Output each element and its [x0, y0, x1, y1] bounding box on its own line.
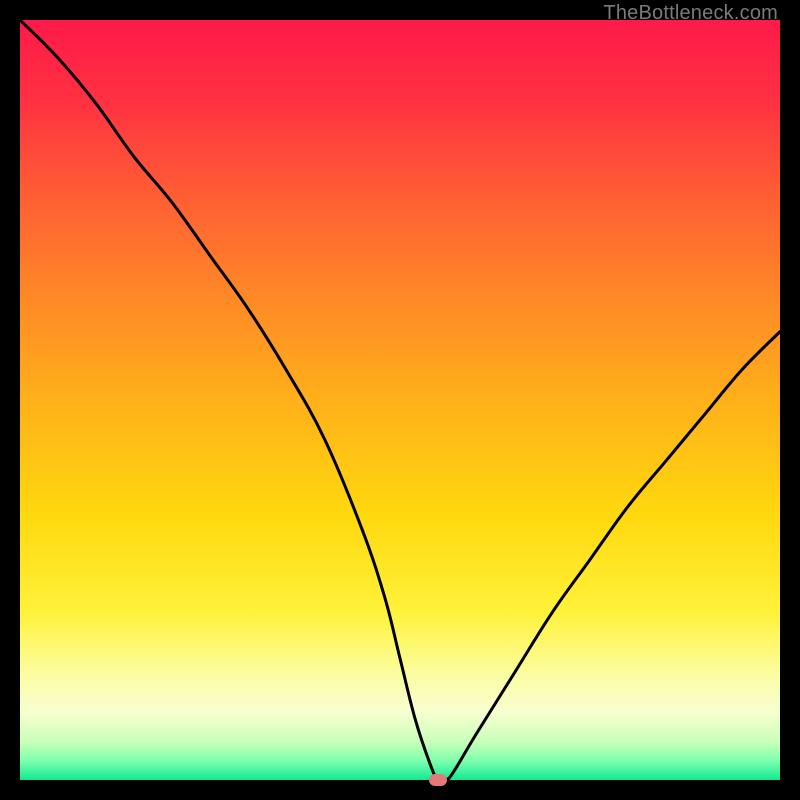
bottleneck-curve: [20, 20, 780, 780]
chart-frame: TheBottleneck.com: [0, 0, 800, 800]
watermark-text: TheBottleneck.com: [603, 2, 778, 25]
optimum-marker: [429, 774, 447, 786]
plot-area: [20, 20, 780, 780]
